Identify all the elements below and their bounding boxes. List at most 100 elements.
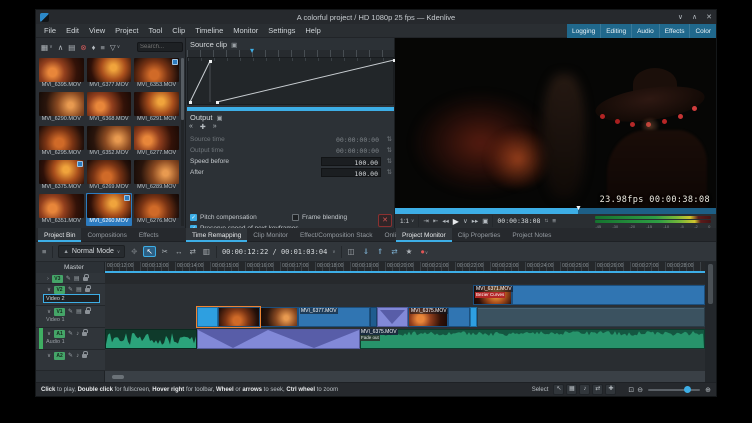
remap-ruler[interactable] <box>187 50 394 57</box>
remap-curve[interactable] <box>187 57 394 105</box>
search-input[interactable] <box>137 42 183 52</box>
tab-project-monitor[interactable]: Project Monitor <box>396 228 452 242</box>
bin-scrollbar[interactable] <box>181 58 184 226</box>
tab-clip-monitor[interactable]: Clip Monitor <box>247 228 294 242</box>
track-tag-v1[interactable]: V1 <box>54 308 65 316</box>
track-tag-v3[interactable]: V3 <box>52 275 63 283</box>
insert-zone-icon[interactable]: ⇓ <box>362 247 370 256</box>
track-edit-icon[interactable]: ✎ <box>66 275 71 282</box>
maximize-icon[interactable]: ∧ <box>692 13 697 21</box>
timeline-hscrollbar[interactable] <box>112 375 124 379</box>
add-clip-icon[interactable]: ▦∨ <box>39 42 55 53</box>
track-collapse-icon[interactable]: ∨ <box>47 331 51 337</box>
view-mode-icon[interactable]: ≡ <box>98 42 106 53</box>
timeline-clip[interactable] <box>377 307 408 327</box>
track-lock-icon[interactable] <box>82 332 87 336</box>
forward-icon[interactable]: ▸▸ <box>472 217 479 225</box>
tab-clip-properties[interactable]: Clip Properties <box>452 228 507 242</box>
bin-clip[interactable]: MVI_6368.MOV <box>86 91 133 124</box>
menu-monitor[interactable]: Monitor <box>228 26 263 35</box>
timeline-clip[interactable] <box>197 329 360 349</box>
timeline-clip[interactable]: MVI_6371.MOVBezier Curves <box>473 285 512 305</box>
close-icon[interactable]: ✕ <box>706 13 712 21</box>
bin-clip[interactable]: MVI_6260.MOV <box>86 193 133 226</box>
tab-effect-composition-stack[interactable]: Effect/Composition Stack <box>294 228 379 242</box>
status-swap-icon[interactable]: ⇄ <box>592 384 603 395</box>
timeline-timecode[interactable]: 00:00:12:22 / 00:01:03:04 <box>222 248 327 256</box>
up-icon[interactable]: ∧ <box>56 42 66 53</box>
track-tag-a2[interactable]: A2 <box>54 352 65 360</box>
checkbox-pitch-compensation[interactable]: ✓ <box>190 214 197 221</box>
spinner-icon[interactable]: ⇅ <box>387 157 392 165</box>
spinner-icon[interactable]: ⇅ <box>387 135 392 143</box>
tab-project-notes[interactable]: Project Notes <box>506 228 557 242</box>
timeline-zoom-slider[interactable] <box>648 389 700 391</box>
menu-timeline[interactable]: Timeline <box>190 26 228 35</box>
track-lock-icon[interactable] <box>82 354 87 358</box>
bin-clip[interactable]: MVI_6352.MOV <box>86 125 133 158</box>
timeline-clip[interactable] <box>512 285 705 305</box>
timeline-clip[interactable]: MVI_6375.MOV <box>408 307 448 327</box>
checkbox-frame-blending[interactable] <box>292 214 299 221</box>
workspace-tab-editing[interactable]: Editing <box>600 24 631 38</box>
keyframe-prev-icon[interactable]: « <box>189 123 193 131</box>
extract-zone-icon[interactable]: ⇄ <box>390 247 398 256</box>
create-folder-icon[interactable]: ▤ <box>66 42 77 53</box>
timecode-menu-icon[interactable]: ∨ <box>332 249 335 255</box>
track-edit-icon[interactable]: ✎ <box>68 352 73 359</box>
keyframe-point[interactable] <box>209 60 212 63</box>
slip-tool[interactable]: ⇄ <box>189 247 197 256</box>
zone-in-icon[interactable]: ⇥ <box>423 217 428 225</box>
record-icon[interactable]: ●∨ <box>419 247 429 256</box>
lift-zone-icon[interactable]: ⇑ <box>376 247 384 256</box>
spinner-icon[interactable]: ⇅ <box>387 168 392 176</box>
timeline-clip[interactable] <box>105 329 197 349</box>
timeline-clip[interactable] <box>470 307 477 327</box>
spacer-tool[interactable]: ↔ <box>174 247 184 256</box>
menu-tool[interactable]: Tool <box>144 26 168 35</box>
track-target-indicator[interactable] <box>39 328 43 349</box>
zoom-fit-icon[interactable]: ⊡ <box>628 386 634 394</box>
track-tag-a1[interactable]: A1 <box>54 330 65 338</box>
track-tools-icon[interactable]: ✥ <box>130 247 138 256</box>
track-collapse-icon[interactable]: ∨ <box>47 353 51 359</box>
menu-clip[interactable]: Clip <box>167 26 190 35</box>
tags-icon[interactable]: ♦ <box>90 42 98 53</box>
timeline-clip[interactable] <box>448 307 470 327</box>
field-input[interactable]: 100.00 <box>321 157 381 166</box>
track-collapse-icon[interactable]: ∨ <box>47 309 51 315</box>
timeline-menu-icon[interactable]: ≡ <box>41 247 47 256</box>
monitor-menu-icon[interactable]: ≡ <box>552 218 556 225</box>
bin-clip[interactable]: MVI_6277.MOV <box>133 125 180 158</box>
tab-project-bin[interactable]: Project Bin <box>38 228 81 242</box>
track-mute-icon[interactable]: ♪ <box>76 353 79 359</box>
status-select-icon[interactable]: ↖ <box>553 384 564 395</box>
zoom-in-icon[interactable]: ⊕ <box>705 386 711 394</box>
menu-file[interactable]: File <box>39 26 61 35</box>
track-edit-icon[interactable]: ✎ <box>68 330 73 337</box>
filter-icon[interactable]: ▽∨ <box>108 42 122 53</box>
timeline-clip[interactable] <box>360 329 705 349</box>
timeline-clip[interactable] <box>370 307 377 327</box>
delete-keyframe-button[interactable]: ✕ <box>378 214 392 227</box>
tab-compositions[interactable]: Compositions <box>81 228 132 242</box>
menu-help[interactable]: Help <box>300 26 325 35</box>
track-lock-icon[interactable] <box>85 310 90 314</box>
field-input[interactable]: 100.00 <box>321 168 381 177</box>
keyframe-next-icon[interactable]: » <box>213 123 217 131</box>
bin-clip[interactable]: MVI_6395.MOV <box>38 57 85 90</box>
keyframe-point[interactable] <box>216 101 219 104</box>
bin-clip[interactable]: MVI_6353.MOV <box>133 57 180 90</box>
tab-effects[interactable]: Effects <box>133 228 165 242</box>
selection-tool[interactable]: ↖ <box>143 246 155 257</box>
workspace-tab-effects[interactable]: Effects <box>659 24 690 38</box>
menu-project[interactable]: Project <box>110 26 143 35</box>
zone-out-icon[interactable]: ⇤ <box>433 217 438 225</box>
track-hide-icon[interactable]: ▤ <box>74 275 80 282</box>
status-video-icon[interactable]: ▦ <box>566 384 577 395</box>
bin-clip[interactable]: MVI_6291.MOV <box>133 91 180 124</box>
timeline-clip[interactable] <box>197 307 218 327</box>
razor-tool[interactable]: ✂ <box>161 247 169 256</box>
timeline-vscrollbar[interactable] <box>705 262 716 382</box>
loop-zone-icon[interactable]: ▣ <box>482 217 488 225</box>
